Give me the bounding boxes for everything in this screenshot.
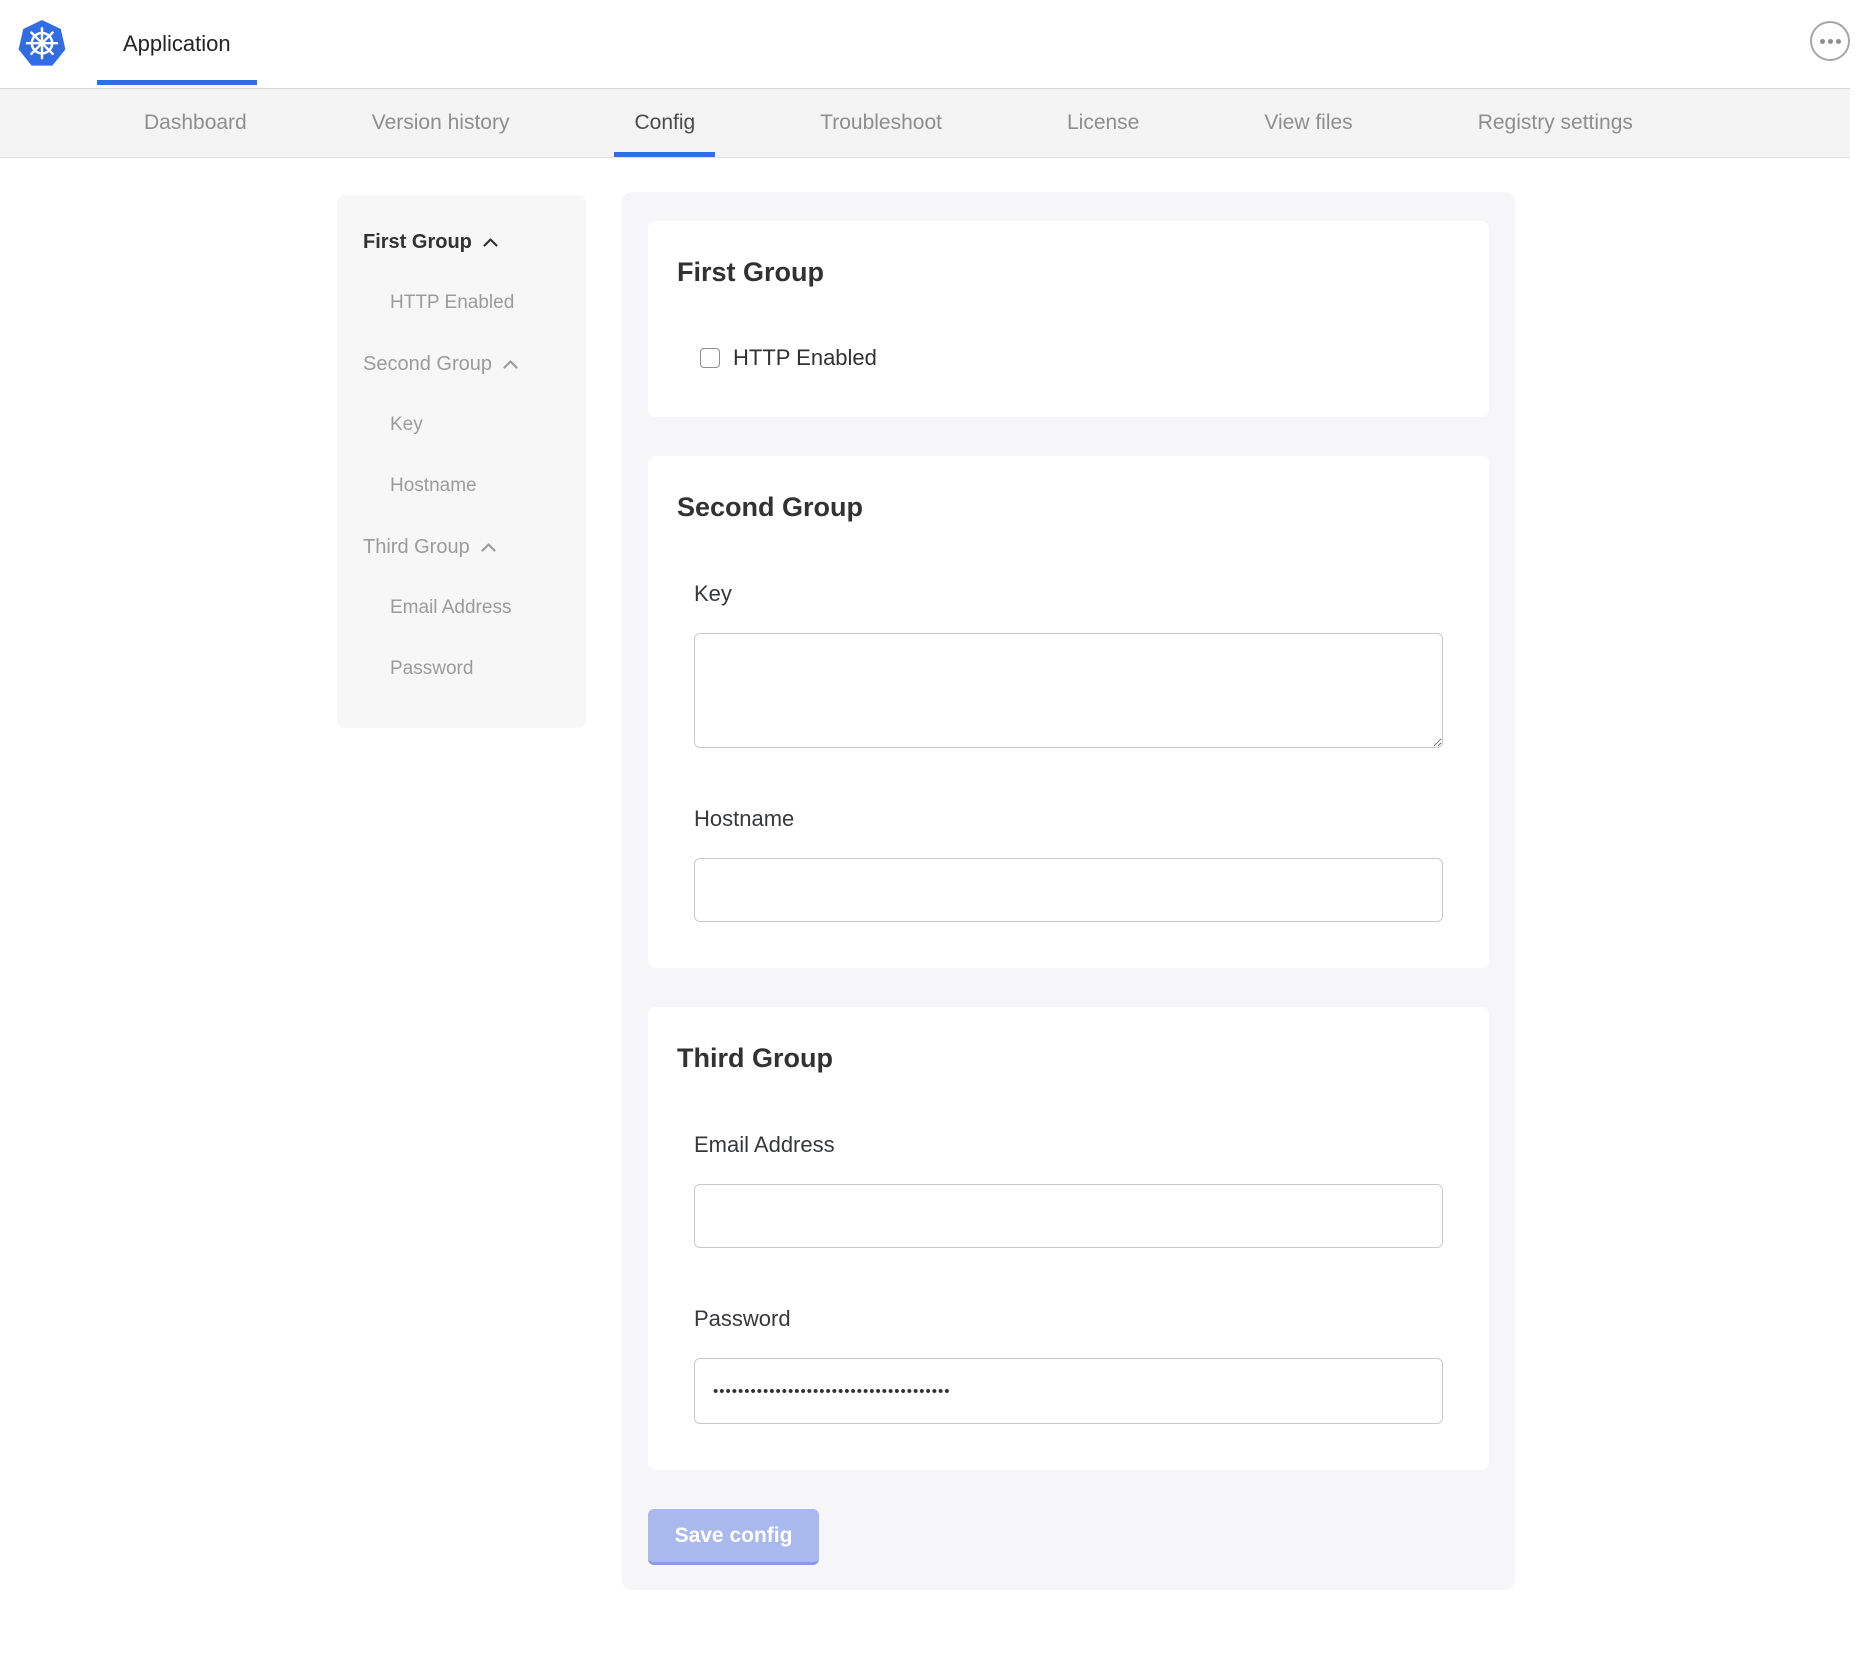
field-hostname: Hostname xyxy=(694,806,1443,922)
field-key: Key xyxy=(694,581,1443,748)
sidebar-item-label: HTTP Enabled xyxy=(390,288,514,318)
checkbox-field-http-enabled: HTTP Enabled xyxy=(700,345,1443,371)
application-tab-label: Application xyxy=(123,31,231,57)
sidebar-item-label: First Group xyxy=(363,227,472,257)
http-enabled-checkbox[interactable] xyxy=(700,348,720,368)
nav-tab-view-files[interactable]: View files xyxy=(1244,89,1372,157)
sidebar-item-first-group[interactable]: First Group xyxy=(337,227,586,257)
chevron-up-icon xyxy=(480,542,497,553)
group-title: Third Group xyxy=(677,1042,1443,1074)
field-label: Email Address xyxy=(694,1132,1443,1158)
nav-tab-troubleshoot[interactable]: Troubleshoot xyxy=(800,89,962,157)
field-email-address: Email Address xyxy=(694,1132,1443,1248)
config-form-panel: First Group HTTP Enabled Second Group Key Ho… xyxy=(622,192,1515,1590)
config-groups: First Group HTTP Enabled Second Group Key Ho… xyxy=(648,221,1489,1470)
config-page: First Group HTTP Enabled Second Group Key Ho… xyxy=(0,158,1864,1590)
kubernetes-logo-icon xyxy=(16,18,68,70)
sidebar-item-http-enabled[interactable]: HTTP Enabled xyxy=(337,288,586,318)
email-address-input[interactable] xyxy=(694,1184,1443,1248)
nav-tab-dashboard[interactable]: Dashboard xyxy=(124,89,267,157)
ellipsis-menu-button[interactable] xyxy=(1810,21,1850,61)
config-group-card-third-group: Third Group Email Address Password xyxy=(648,1007,1489,1470)
sidebar-item-second-group[interactable]: Second Group xyxy=(337,349,586,379)
ellipsis-icon xyxy=(1820,39,1825,44)
password-input[interactable] xyxy=(694,1358,1443,1424)
sidebar-item-hostname[interactable]: Hostname xyxy=(337,471,586,501)
sidebar-item-password[interactable]: Password xyxy=(337,654,586,684)
field-label: Key xyxy=(694,581,1443,607)
checkbox-label: HTTP Enabled xyxy=(733,345,877,371)
top-bar: Application xyxy=(0,0,1864,88)
save-config-button[interactable]: Save config xyxy=(648,1509,819,1565)
group-title: Second Group xyxy=(677,491,1443,523)
sidebar-item-third-group[interactable]: Third Group xyxy=(337,532,586,562)
field-label: Hostname xyxy=(694,806,1443,832)
field-password: Password xyxy=(694,1306,1443,1424)
nav-tab-license[interactable]: License xyxy=(1047,89,1159,157)
sidebar-item-label: Hostname xyxy=(390,471,477,501)
nav-tab-version-history[interactable]: Version history xyxy=(352,89,530,157)
sidebar-item-label: Email Address xyxy=(390,593,511,623)
sidebar-item-label: Password xyxy=(390,654,473,684)
config-sidebar: First Group HTTP Enabled Second Group Key Ho… xyxy=(337,195,586,728)
field-label: Password xyxy=(694,1306,1443,1332)
application-tab[interactable]: Application xyxy=(97,0,257,88)
hostname-input[interactable] xyxy=(694,858,1443,922)
sidebar-item-label: Third Group xyxy=(363,532,470,562)
key-input[interactable] xyxy=(694,633,1443,748)
config-group-card-second-group: Second Group Key Hostname xyxy=(648,456,1489,968)
chevron-up-icon xyxy=(482,237,499,248)
sidebar-item-label: Key xyxy=(390,410,423,440)
group-title: First Group xyxy=(677,256,1443,288)
sidebar-item-email-address[interactable]: Email Address xyxy=(337,593,586,623)
config-group-card-first-group: First Group HTTP Enabled xyxy=(648,221,1489,417)
nav-tab-config[interactable]: Config xyxy=(614,89,715,157)
application-tab-underline xyxy=(97,80,257,85)
app-nav-bar: Dashboard Version history Config Troublesho… xyxy=(0,88,1850,158)
sidebar-item-key[interactable]: Key xyxy=(337,410,586,440)
chevron-up-icon xyxy=(502,359,519,370)
sidebar-item-label: Second Group xyxy=(363,349,492,379)
nav-tab-registry-settings[interactable]: Registry settings xyxy=(1458,89,1653,157)
